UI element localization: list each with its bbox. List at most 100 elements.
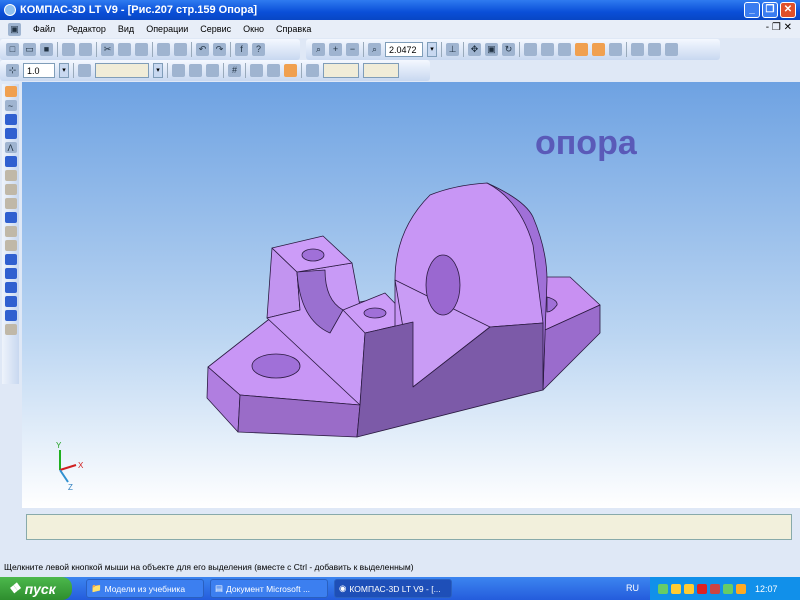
- cut-op-icon[interactable]: [4, 240, 17, 251]
- thin-hidden-icon[interactable]: [558, 43, 571, 56]
- function-icon[interactable]: f: [235, 43, 248, 56]
- orientation-icon[interactable]: ⊥: [446, 43, 459, 56]
- kinematic-icon[interactable]: [4, 198, 17, 209]
- zoom-scale-icon[interactable]: ⌕: [368, 43, 381, 56]
- y-field[interactable]: [363, 63, 399, 78]
- snap2-icon[interactable]: [206, 64, 219, 77]
- snap-icon[interactable]: [189, 64, 202, 77]
- copy-icon[interactable]: [118, 43, 131, 56]
- curve-icon[interactable]: [267, 64, 280, 77]
- properties-icon[interactable]: [157, 43, 170, 56]
- manager-icon[interactable]: [174, 43, 187, 56]
- redo-icon[interactable]: ↷: [213, 43, 226, 56]
- task-word[interactable]: ▤ Документ Microsoft ...: [210, 579, 328, 598]
- menu-file[interactable]: Файл: [33, 24, 55, 34]
- menu-operations[interactable]: Операции: [146, 24, 188, 34]
- pan-icon[interactable]: ✥: [468, 43, 481, 56]
- shell-icon[interactable]: [4, 268, 17, 279]
- tray-icon[interactable]: [710, 583, 720, 594]
- cursor-coords-icon[interactable]: [306, 64, 319, 77]
- minimize-button[interactable]: _: [744, 2, 760, 18]
- menu-window[interactable]: Окно: [243, 24, 264, 34]
- coordinate-icon[interactable]: ⊹: [6, 64, 19, 77]
- layer-field[interactable]: [95, 63, 149, 78]
- open-icon[interactable]: ▭: [23, 43, 36, 56]
- step-field[interactable]: 1.0: [23, 63, 55, 78]
- hidden-lines-icon[interactable]: [541, 43, 554, 56]
- array-icon[interactable]: [4, 296, 17, 307]
- zoom-dropdown[interactable]: ▾: [427, 42, 437, 57]
- tray-icon[interactable]: [723, 583, 733, 594]
- loft-icon[interactable]: [4, 226, 17, 237]
- layer-dropdown[interactable]: ▾: [153, 63, 163, 78]
- view-toolbar: ⌕ + − ⌕ 2.0472 ▾ ⊥ ✥ ▣ ↻: [306, 39, 720, 60]
- close-button[interactable]: ✕: [780, 2, 796, 18]
- window-title: КОМПАС-3D LT V9 - [Рис.207 стр.159 Опора…: [20, 4, 258, 16]
- perspective-icon[interactable]: [609, 43, 622, 56]
- mirror-icon[interactable]: [4, 310, 17, 321]
- rotate-op-icon[interactable]: [4, 184, 17, 195]
- save-icon[interactable]: ■: [40, 43, 53, 56]
- step-dropdown[interactable]: ▾: [59, 63, 69, 78]
- tray-icon[interactable]: [658, 583, 668, 594]
- grid-icon[interactable]: #: [228, 64, 241, 77]
- compact-toolbar: ~ Λ: [2, 84, 19, 384]
- property-input[interactable]: [26, 514, 792, 540]
- zoom-in-icon[interactable]: +: [329, 43, 342, 56]
- edit-details-icon[interactable]: [4, 86, 17, 97]
- menu-edit[interactable]: Редактор: [67, 24, 106, 34]
- document-icon[interactable]: ▣: [8, 22, 21, 36]
- section-icon[interactable]: [4, 324, 17, 335]
- 3d-viewport[interactable]: опора Y X Z: [22, 82, 800, 508]
- tray-icon[interactable]: [684, 583, 694, 594]
- fit-icon[interactable]: ▣: [485, 43, 498, 56]
- extrude-icon[interactable]: [4, 170, 17, 181]
- round-icon[interactable]: [284, 64, 297, 77]
- layer-icon[interactable]: [78, 64, 91, 77]
- tree-icon[interactable]: [631, 43, 644, 56]
- windows-logo-icon: ❖: [8, 580, 21, 596]
- wireframe-icon[interactable]: [524, 43, 537, 56]
- start-label: пуск: [24, 580, 56, 597]
- rib-icon[interactable]: [4, 282, 17, 293]
- help-pointer-icon[interactable]: ?: [252, 43, 265, 56]
- clock[interactable]: 12:07: [755, 584, 778, 594]
- menu-help[interactable]: Справка: [276, 24, 311, 34]
- local-cs-icon[interactable]: [172, 64, 185, 77]
- preview-icon[interactable]: [79, 43, 92, 56]
- fillet-icon[interactable]: [4, 212, 17, 223]
- menu-service[interactable]: Сервис: [200, 24, 231, 34]
- zoom-out-icon[interactable]: −: [346, 43, 359, 56]
- language-indicator[interactable]: RU: [626, 583, 639, 593]
- ortho-icon[interactable]: [250, 64, 263, 77]
- x-field[interactable]: [323, 63, 359, 78]
- panel-icon[interactable]: [665, 43, 678, 56]
- zoom-field[interactable]: 2.0472: [385, 42, 423, 57]
- rotate-icon[interactable]: ↻: [502, 43, 515, 56]
- filter-icon[interactable]: [4, 156, 17, 167]
- new-icon[interactable]: □: [6, 43, 19, 56]
- property-panel: [20, 510, 798, 544]
- aux-geometry-icon[interactable]: [4, 128, 17, 139]
- measure-icon[interactable]: Λ: [4, 142, 17, 153]
- undo-icon[interactable]: ↶: [196, 43, 209, 56]
- surfaces-icon[interactable]: [4, 114, 17, 125]
- start-button[interactable]: ❖ пуск: [0, 577, 72, 600]
- cut-icon[interactable]: ✂: [101, 43, 114, 56]
- antivirus-icon[interactable]: [697, 583, 707, 594]
- shield-icon[interactable]: [671, 583, 681, 594]
- chamfer-icon[interactable]: [4, 254, 17, 265]
- shaded-icon[interactable]: [575, 43, 588, 56]
- zoom-window-icon[interactable]: ⌕: [312, 43, 325, 56]
- spatial-curves-icon[interactable]: ~: [4, 100, 17, 111]
- shaded-edges-icon[interactable]: [592, 43, 605, 56]
- task-kompas[interactable]: ◉ КОМПАС-3D LT V9 - [...: [334, 579, 452, 598]
- restore-button[interactable]: ❐: [762, 2, 778, 18]
- task-folder[interactable]: 📁 Модели из учебника: [86, 579, 204, 598]
- paste-icon[interactable]: [135, 43, 148, 56]
- mdi-controls[interactable]: - ❐ ✕: [766, 22, 792, 33]
- edit-icon[interactable]: [648, 43, 661, 56]
- tray-icon[interactable]: [736, 583, 746, 594]
- menu-view[interactable]: Вид: [118, 24, 134, 34]
- print-icon[interactable]: [62, 43, 75, 56]
